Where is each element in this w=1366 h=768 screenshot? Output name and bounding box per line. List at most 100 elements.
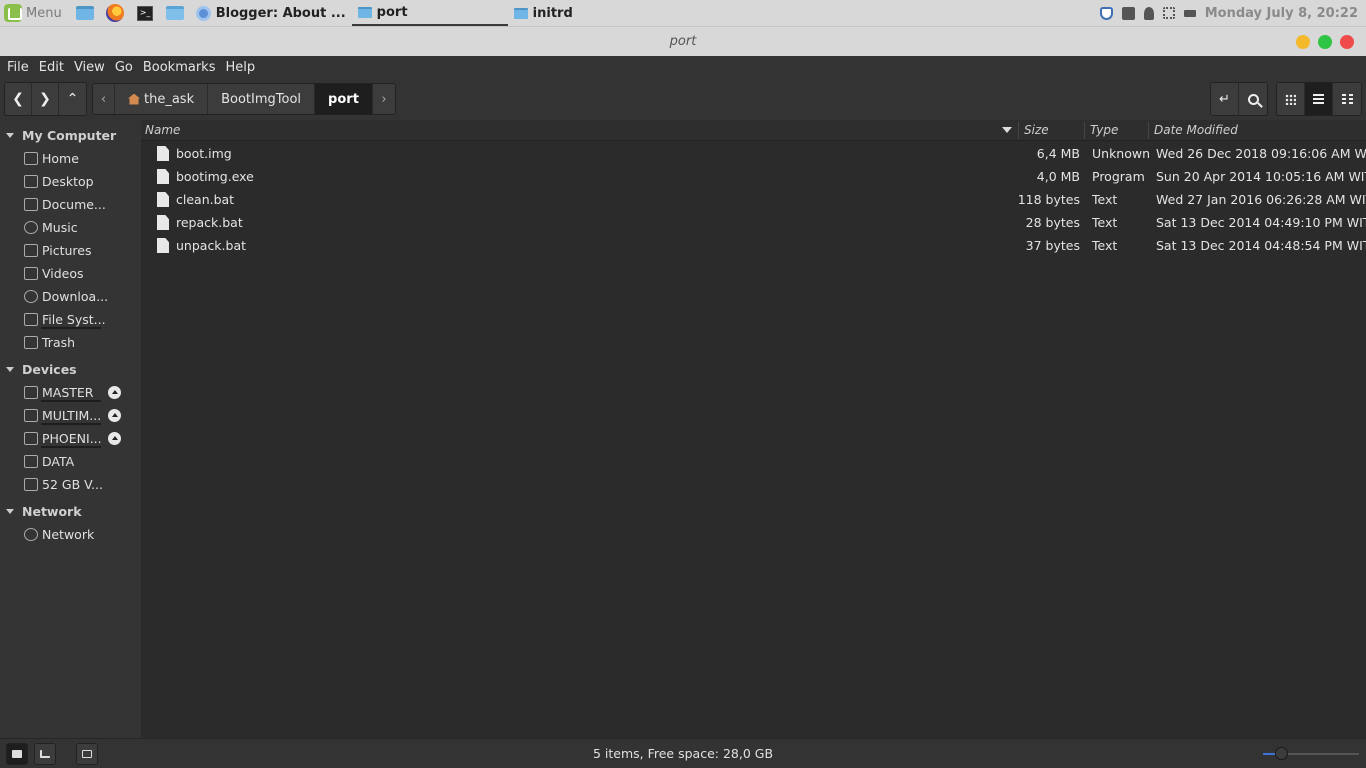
text-file-icon [157, 192, 169, 207]
forward-button[interactable]: ❯ [32, 83, 59, 115]
taskbar-item-initrd[interactable]: initrd [508, 0, 579, 26]
firefox-launcher[interactable] [104, 2, 126, 24]
battery-icon[interactable] [1183, 9, 1196, 17]
minimize-button[interactable] [1296, 35, 1310, 49]
menu-help[interactable]: Help [220, 60, 260, 75]
menu-file[interactable]: File [2, 60, 34, 75]
top-panel: Menu >_ Blogger: About ... port initrd M… [0, 0, 1366, 26]
file-row[interactable]: boot.img 6,4 MB Unknown Wed 26 Dec 2018 … [141, 142, 1366, 165]
usage-bar [41, 446, 101, 448]
file-row[interactable]: clean.bat 118 bytes Text Wed 27 Jan 2016… [141, 188, 1366, 211]
taskbar-item-blogger[interactable]: Blogger: About ... [190, 0, 352, 26]
sidebar-section-my-computer[interactable]: My Computer [0, 124, 141, 147]
breadcrumb-scroll-left[interactable]: ‹ [93, 84, 115, 114]
clock[interactable]: Monday July 8, 20:22 [1205, 6, 1358, 21]
file-date: Wed 27 Jan 2016 06:26:28 AM WITA [1156, 192, 1366, 207]
shield-icon[interactable] [1099, 6, 1113, 20]
sidebar-item-label: Desktop [42, 174, 94, 189]
close-button[interactable] [1340, 35, 1354, 49]
toggle-location-button[interactable]: ↵ [1211, 83, 1239, 115]
file-list-view[interactable]: Name Size Type Date Modified boot.img 6,… [141, 120, 1366, 738]
sidebar-item-master[interactable]: MASTER [0, 381, 141, 404]
menu-view[interactable]: View [69, 60, 110, 75]
file-row[interactable]: bootimg.exe 4,0 MB Program Sun 20 Apr 20… [141, 165, 1366, 188]
sidebar-item-downloads[interactable]: Downloa... [0, 285, 141, 308]
zoom-slider[interactable] [1263, 747, 1359, 760]
desktop-icon [24, 175, 38, 188]
notes-icon[interactable] [1121, 6, 1135, 20]
breadcrumb: ‹ the_ask BootImgTool port › [92, 83, 396, 115]
network-icon [24, 528, 38, 541]
chevron-left-icon: ❮ [12, 91, 24, 107]
expander-icon [6, 367, 14, 372]
file-row[interactable]: repack.bat 28 bytes Text Sat 13 Dec 2014… [141, 211, 1366, 234]
show-treeview-button[interactable] [34, 742, 56, 765]
up-button[interactable]: ⌃ [59, 83, 86, 115]
breadcrumb-the-ask[interactable]: the_ask [115, 84, 209, 114]
breadcrumb-scroll-right[interactable]: › [372, 84, 395, 114]
column-header-type[interactable]: Type [1090, 123, 1118, 137]
sidebar-item-data[interactable]: DATA [0, 450, 141, 473]
file-name: clean.bat [176, 192, 235, 207]
compact-view-icon [1341, 94, 1353, 104]
icon-view-button[interactable] [1277, 83, 1305, 115]
file-type: Program [1092, 169, 1145, 184]
menu-go[interactable]: Go [110, 60, 138, 75]
files-launcher[interactable] [164, 2, 186, 24]
file-name: repack.bat [176, 215, 243, 230]
sidebar-item-multimedia[interactable]: MULTIM... [0, 404, 141, 427]
breadcrumb-bootimgtool[interactable]: BootImgTool [208, 84, 316, 114]
taskbar-item-port[interactable]: port [351, 0, 508, 26]
hide-sidebar-button[interactable] [76, 742, 98, 765]
eject-icon[interactable] [108, 432, 121, 445]
system-tray: Monday July 8, 20:22 [1099, 6, 1366, 21]
sidebar-item-desktop[interactable]: Desktop [0, 170, 141, 193]
menu-button[interactable]: Menu [0, 0, 70, 26]
terminal-icon: >_ [136, 5, 153, 21]
sidebar-item-trash[interactable]: Trash [0, 331, 141, 354]
network-icon[interactable] [1162, 7, 1175, 19]
window-titlebar[interactable]: port [0, 26, 1366, 56]
chrome-icon [195, 5, 211, 21]
maximize-button[interactable] [1318, 35, 1332, 49]
sidebar-item-label: Home [42, 151, 79, 166]
tree-icon [40, 749, 50, 758]
file-row[interactable]: unpack.bat 37 bytes Text Sat 13 Dec 2014… [141, 234, 1366, 257]
terminal-launcher[interactable]: >_ [134, 2, 156, 24]
eject-icon[interactable] [108, 386, 121, 399]
show-places-button[interactable] [6, 742, 28, 765]
sidebar-section-devices[interactable]: Devices [0, 358, 141, 381]
compact-view-button[interactable] [1333, 83, 1361, 115]
sidebar-item-pictures[interactable]: Pictures [0, 239, 141, 262]
eject-icon[interactable] [108, 409, 121, 422]
section-title: Devices [22, 362, 77, 377]
sidebar-item-network[interactable]: Network [0, 523, 141, 546]
column-header-size[interactable]: Size [1024, 123, 1049, 137]
mint-logo-icon [4, 4, 22, 22]
sidebar-item-videos[interactable]: Videos [0, 262, 141, 285]
sidebar-item-phoenix[interactable]: PHOENI... [0, 427, 141, 450]
back-button[interactable]: ❮ [5, 83, 32, 115]
status-text: 5 items, Free space: 28,0 GB [592, 746, 774, 761]
downloads-icon [24, 290, 38, 303]
menubar: File Edit View Go Bookmarks Help [0, 56, 1366, 78]
search-button[interactable] [1239, 83, 1267, 115]
column-header-name[interactable]: Name [145, 123, 180, 137]
sidebar-section-network[interactable]: Network [0, 500, 141, 523]
show-desktop-launcher[interactable] [74, 2, 96, 24]
text-file-icon [157, 215, 169, 230]
sidebar-item-filesystem[interactable]: File Syst... [0, 308, 141, 331]
column-header-date[interactable]: Date Modified [1154, 123, 1238, 137]
sidebar-item-label: MASTER [42, 385, 94, 400]
list-view-button[interactable] [1305, 83, 1333, 115]
menu-bookmarks[interactable]: Bookmarks [138, 60, 221, 75]
sort-descending-icon[interactable] [1002, 127, 1012, 133]
sidebar-item-music[interactable]: Music [0, 216, 141, 239]
sidebar-item-52gb-volume[interactable]: 52 GB V... [0, 473, 141, 496]
menu-edit[interactable]: Edit [34, 60, 69, 75]
music-icon [24, 221, 38, 234]
sidebar-item-home[interactable]: Home [0, 147, 141, 170]
sidebar-item-documents[interactable]: Docume... [0, 193, 141, 216]
breadcrumb-port[interactable]: port [315, 84, 373, 114]
user-icon[interactable] [1143, 6, 1154, 20]
